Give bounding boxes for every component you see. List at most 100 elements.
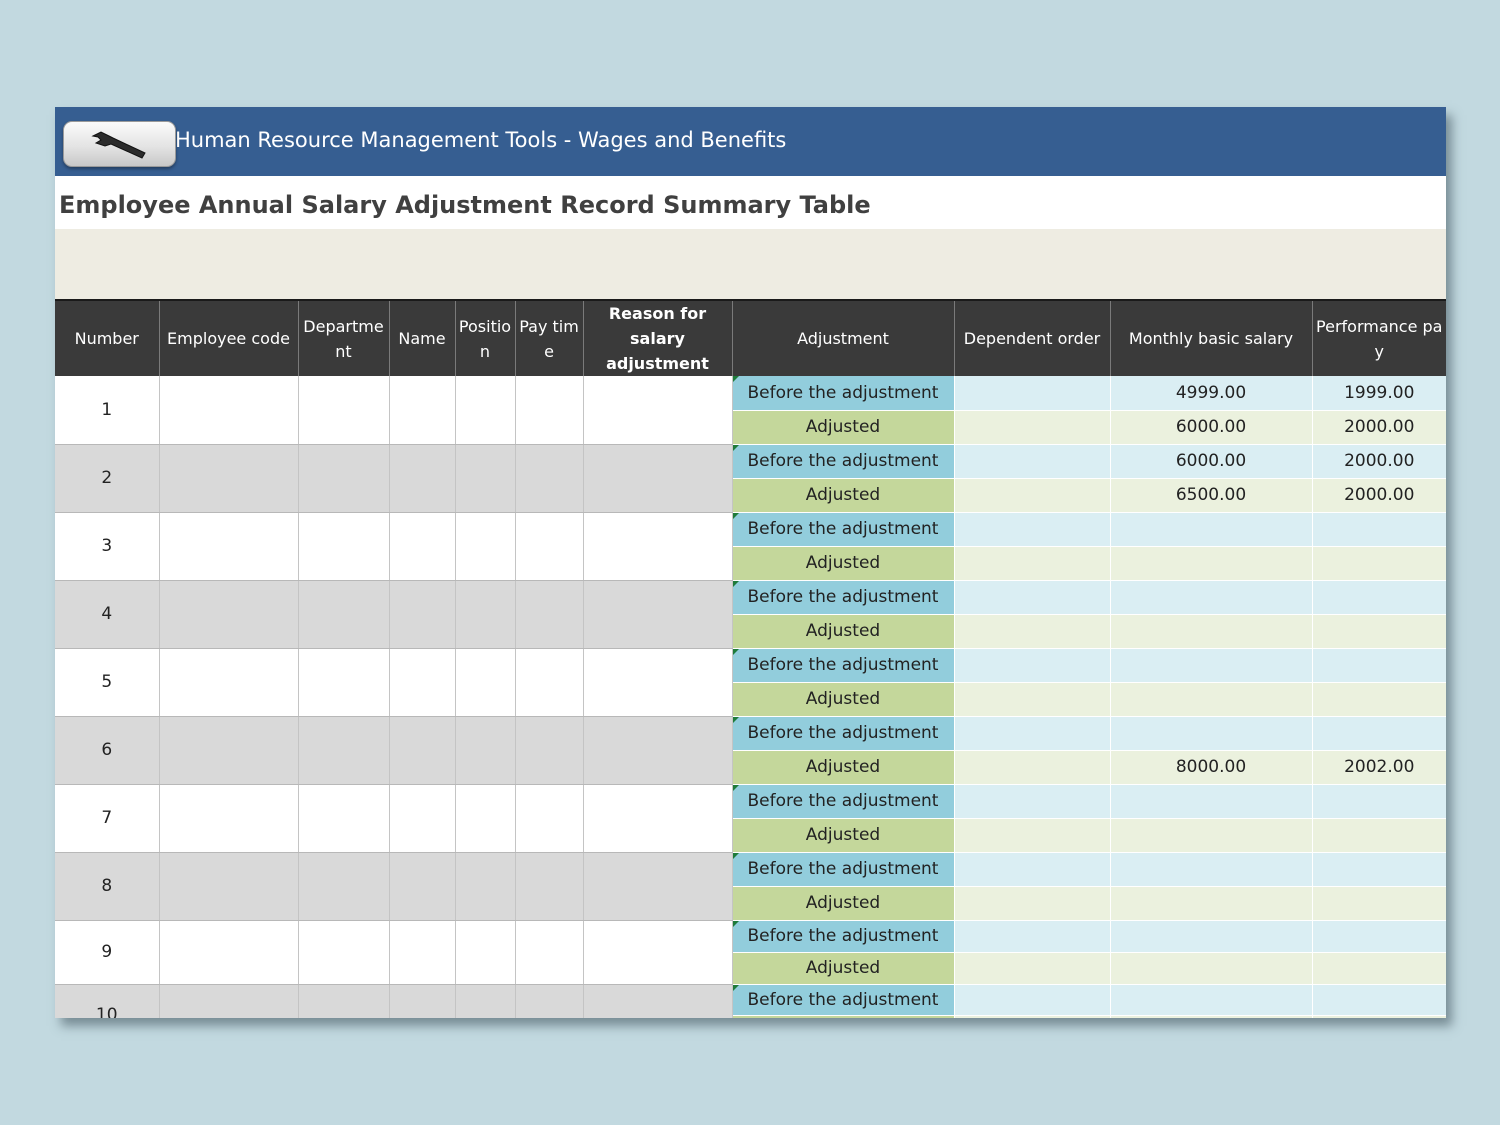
adjustment-after-cell[interactable]: Adjusted: [732, 818, 955, 853]
monthly-basic-salary-after-cell[interactable]: [1110, 682, 1313, 717]
pay-time-cell[interactable]: [515, 444, 584, 513]
adjustment-before-cell[interactable]: Before the adjustment: [732, 984, 955, 1016]
employee-code-cell[interactable]: [159, 920, 299, 985]
adjustment-before-cell[interactable]: Before the adjustment: [732, 852, 955, 887]
monthly-basic-salary-before-cell[interactable]: [1110, 512, 1313, 547]
performance-pay-after-cell[interactable]: 2000.00: [1312, 410, 1446, 445]
employee-code-cell[interactable]: [159, 648, 299, 717]
row-number-cell[interactable]: 10: [55, 984, 160, 1018]
monthly-basic-salary-after-cell[interactable]: [1110, 818, 1313, 853]
column-header-dependent-order[interactable]: Dependent order: [953, 299, 1110, 376]
monthly-basic-salary-before-cell[interactable]: [1110, 784, 1313, 819]
column-header-employee-code[interactable]: Employee code: [158, 299, 298, 376]
monthly-basic-salary-after-cell[interactable]: [1110, 546, 1313, 581]
dependent-order-before-cell[interactable]: [954, 852, 1111, 887]
pay-time-cell[interactable]: [515, 716, 584, 785]
performance-pay-before-cell[interactable]: 2000.00: [1312, 444, 1446, 479]
adjustment-after-cell[interactable]: Adjusted: [732, 886, 955, 921]
row-number-cell[interactable]: 9: [55, 920, 160, 985]
reason-cell[interactable]: [583, 852, 733, 921]
performance-pay-after-cell[interactable]: [1312, 614, 1446, 649]
row-number-cell[interactable]: 7: [55, 784, 160, 853]
employee-code-cell[interactable]: [159, 512, 299, 581]
dependent-order-before-cell[interactable]: [954, 580, 1111, 615]
adjustment-before-cell[interactable]: Before the adjustment: [732, 512, 955, 547]
monthly-basic-salary-before-cell[interactable]: 6000.00: [1110, 444, 1313, 479]
reason-cell[interactable]: [583, 984, 733, 1018]
performance-pay-before-cell[interactable]: [1312, 580, 1446, 615]
monthly-basic-salary-before-cell[interactable]: [1110, 648, 1313, 683]
pay-time-cell[interactable]: [515, 852, 584, 921]
monthly-basic-salary-after-cell[interactable]: 6500.00: [1110, 478, 1313, 513]
position-cell[interactable]: [455, 444, 516, 513]
dependent-order-before-cell[interactable]: [954, 716, 1111, 751]
performance-pay-after-cell[interactable]: 2000.00: [1312, 478, 1446, 513]
department-cell[interactable]: [298, 376, 390, 445]
column-header-reason[interactable]: Reason for salary adjustment: [582, 299, 732, 376]
performance-pay-after-cell[interactable]: [1312, 818, 1446, 853]
adjustment-before-cell[interactable]: Before the adjustment: [732, 376, 955, 411]
adjustment-before-cell[interactable]: Before the adjustment: [732, 920, 955, 953]
pay-time-cell[interactable]: [515, 648, 584, 717]
dependent-order-after-cell[interactable]: [954, 818, 1111, 853]
dependent-order-after-cell[interactable]: [954, 478, 1111, 513]
performance-pay-before-cell[interactable]: [1312, 512, 1446, 547]
position-cell[interactable]: [455, 648, 516, 717]
position-cell[interactable]: [455, 984, 516, 1018]
department-cell[interactable]: [298, 984, 390, 1018]
column-header-adjustment[interactable]: Adjustment: [731, 299, 954, 376]
adjustment-before-cell[interactable]: Before the adjustment: [732, 444, 955, 479]
monthly-basic-salary-after-cell[interactable]: [1110, 1015, 1313, 1018]
adjustment-after-cell[interactable]: Adjusted: [732, 750, 955, 785]
column-header-monthly-basic-salary[interactable]: Monthly basic salary: [1109, 299, 1312, 376]
monthly-basic-salary-after-cell[interactable]: 8000.00: [1110, 750, 1313, 785]
monthly-basic-salary-after-cell[interactable]: [1110, 952, 1313, 985]
adjustment-before-cell[interactable]: Before the adjustment: [732, 716, 955, 751]
reason-cell[interactable]: [583, 716, 733, 785]
name-cell[interactable]: [389, 376, 456, 445]
row-number-cell[interactable]: 5: [55, 648, 160, 717]
reason-cell[interactable]: [583, 648, 733, 717]
reason-cell[interactable]: [583, 512, 733, 581]
monthly-basic-salary-before-cell[interactable]: [1110, 984, 1313, 1016]
column-header-department[interactable]: Department: [297, 299, 389, 376]
department-cell[interactable]: [298, 716, 390, 785]
name-cell[interactable]: [389, 648, 456, 717]
adjustment-after-cell[interactable]: Adjusted: [732, 478, 955, 513]
reason-cell[interactable]: [583, 784, 733, 853]
adjustment-after-cell[interactable]: Adjusted: [732, 1015, 955, 1018]
adjustment-after-cell[interactable]: Adjusted: [732, 952, 955, 985]
dependent-order-after-cell[interactable]: [954, 682, 1111, 717]
name-cell[interactable]: [389, 444, 456, 513]
reason-cell[interactable]: [583, 580, 733, 649]
dependent-order-before-cell[interactable]: [954, 920, 1111, 953]
tool-button[interactable]: [63, 121, 176, 167]
column-header-name[interactable]: Name: [388, 299, 455, 376]
position-cell[interactable]: [455, 784, 516, 853]
department-cell[interactable]: [298, 648, 390, 717]
performance-pay-before-cell[interactable]: [1312, 648, 1446, 683]
monthly-basic-salary-after-cell[interactable]: [1110, 614, 1313, 649]
column-header-performance-pay[interactable]: Performance pay: [1311, 299, 1446, 376]
adjustment-before-cell[interactable]: Before the adjustment: [732, 580, 955, 615]
reason-cell[interactable]: [583, 920, 733, 985]
pay-time-cell[interactable]: [515, 512, 584, 581]
reason-cell[interactable]: [583, 376, 733, 445]
dependent-order-before-cell[interactable]: [954, 512, 1111, 547]
monthly-basic-salary-before-cell[interactable]: [1110, 580, 1313, 615]
dependent-order-after-cell[interactable]: [954, 952, 1111, 985]
dependent-order-after-cell[interactable]: [954, 886, 1111, 921]
dependent-order-after-cell[interactable]: [954, 750, 1111, 785]
row-number-cell[interactable]: 8: [55, 852, 160, 921]
row-number-cell[interactable]: 2: [55, 444, 160, 513]
monthly-basic-salary-before-cell[interactable]: [1110, 852, 1313, 887]
dependent-order-after-cell[interactable]: [954, 546, 1111, 581]
performance-pay-after-cell[interactable]: [1312, 952, 1446, 985]
pay-time-cell[interactable]: [515, 580, 584, 649]
dependent-order-after-cell[interactable]: [954, 614, 1111, 649]
employee-code-cell[interactable]: [159, 784, 299, 853]
dependent-order-after-cell[interactable]: [954, 1015, 1111, 1018]
monthly-basic-salary-after-cell[interactable]: [1110, 886, 1313, 921]
department-cell[interactable]: [298, 512, 390, 581]
name-cell[interactable]: [389, 716, 456, 785]
